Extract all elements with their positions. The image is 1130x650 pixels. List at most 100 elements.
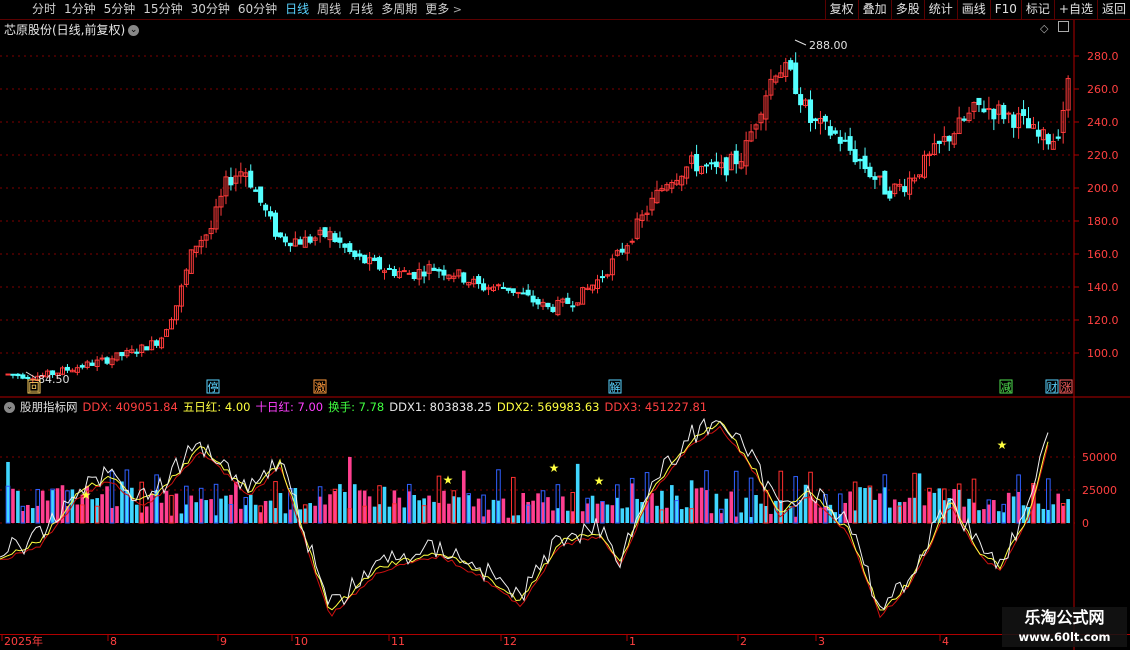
watermark-title: 乐淘公式网 — [1024, 608, 1105, 627]
ddx-bar — [848, 491, 852, 523]
mark-button[interactable]: 标记 — [1020, 0, 1054, 19]
ddx-bar — [615, 497, 620, 523]
back-button[interactable]: 返回 — [1096, 0, 1130, 19]
candle-body — [1001, 105, 1007, 120]
tab-5min[interactable]: 5分钟 — [100, 0, 140, 19]
ddx-bar — [922, 505, 927, 523]
ddx-bar — [159, 502, 164, 523]
candle-body — [307, 236, 313, 243]
ddx-bar — [174, 493, 179, 523]
chevron-down-icon[interactable]: ⌄ — [4, 401, 15, 413]
ddx-bar — [273, 508, 278, 523]
stock-title: 芯原股份(日线,前复权) — [4, 23, 126, 37]
candle-body — [733, 150, 739, 165]
ddx-bar — [818, 507, 823, 523]
ddx-bar — [16, 490, 20, 523]
chevron-down-icon[interactable]: ⌄ — [128, 25, 140, 36]
candle-body — [505, 287, 511, 291]
candle-body — [570, 305, 576, 308]
f10-button[interactable]: F10 — [989, 0, 1021, 19]
candle-body — [99, 357, 105, 360]
grid-lines — [0, 55, 1075, 524]
candle-body — [1021, 109, 1027, 116]
candle-body — [852, 149, 858, 163]
ddx-bar — [40, 490, 45, 523]
time-tick-label: 3 — [818, 635, 825, 648]
tab-60min[interactable]: 60分钟 — [234, 0, 281, 19]
ddx-bar — [149, 493, 154, 523]
candle-body — [287, 242, 293, 247]
candle-body — [872, 176, 878, 180]
time-tick-label: 12 — [503, 635, 517, 648]
statistics-button[interactable]: 统计 — [923, 0, 957, 19]
ddx-bar — [278, 493, 283, 523]
tab-more-label: 更多 — [425, 2, 450, 16]
fuquan-button[interactable]: 复权 — [824, 0, 858, 19]
ddx-bar — [749, 517, 753, 523]
ddx-bar — [1036, 503, 1041, 523]
candle-body — [599, 276, 605, 279]
draw-line-button[interactable]: 画线 — [956, 0, 990, 19]
ddx-bar — [6, 461, 10, 523]
candle-body — [704, 164, 710, 167]
ddx-bar — [660, 490, 664, 523]
ddx-outline-bar — [733, 470, 739, 524]
kline-title-bar[interactable]: 芯原股份(日线,前复权) ⌄ — [4, 21, 140, 37]
add-watchlist-button[interactable]: +自选 — [1053, 0, 1097, 19]
candle-body — [431, 267, 437, 271]
ddx-bar — [793, 516, 798, 523]
tab-15min[interactable]: 15分钟 — [139, 0, 186, 19]
candle-body — [812, 118, 818, 122]
ddx-bar — [665, 507, 669, 523]
tab-30min[interactable]: 30分钟 — [187, 0, 234, 19]
ddx-bar — [179, 513, 184, 523]
tab-1min[interactable]: 1分钟 — [60, 0, 100, 19]
tab-daily[interactable]: 日线 — [281, 0, 313, 19]
ddx-bar — [699, 487, 704, 523]
price-tick-label: 100.0 — [1087, 347, 1119, 360]
panel-toggle-icon[interactable] — [1057, 21, 1069, 32]
ddx-bar — [11, 488, 15, 523]
low-price-label: 84.50 — [38, 373, 70, 386]
candle-body — [694, 153, 700, 172]
ddx-bar — [313, 505, 317, 523]
overlay-button[interactable]: 叠加 — [857, 0, 891, 19]
indicator-title-bar: ⌄ 股朋指标网 DDX: 409051.84 五日红: 4.00 十日红: 7.… — [4, 399, 707, 415]
ddx-bar — [1066, 499, 1070, 523]
ddx-bar — [546, 497, 550, 523]
signal-star-icon: ★ — [549, 461, 560, 475]
tab-fenshi[interactable]: 分时 — [28, 0, 60, 19]
ddx-bar — [253, 504, 258, 523]
ddx-bar — [491, 499, 496, 523]
ddx-bar — [808, 496, 813, 523]
candle-body — [842, 139, 848, 142]
diamond-icon[interactable]: ◇ — [1040, 22, 1048, 35]
ddx-bar — [189, 495, 194, 523]
ddx-bar — [387, 506, 392, 523]
ddx-bar — [21, 511, 25, 523]
high-price-label: 288.00 — [809, 39, 848, 52]
ddx-bar — [204, 500, 208, 523]
ddx-bar — [521, 492, 526, 523]
candle-body — [362, 254, 368, 264]
indicator-value-ddx2: DDX2: 569983.63 — [496, 400, 600, 414]
ddx-bar — [333, 491, 337, 523]
tab-monthly[interactable]: 月线 — [345, 0, 377, 19]
ddx-bar — [343, 491, 347, 523]
chart-canvas[interactable]: ★ ★ ★ ★ ★ 280.0 260.0 240.0 220.0 200.0 180.0 160.… — [0, 20, 1130, 650]
candle-body — [406, 272, 412, 275]
ddx-bar — [323, 504, 327, 523]
candle-body — [263, 204, 269, 211]
ddx-bar — [570, 511, 575, 523]
multi-stock-button[interactable]: 多股 — [890, 0, 924, 19]
ddx-bar — [501, 498, 506, 523]
tab-weekly[interactable]: 周线 — [313, 0, 345, 19]
candle-body — [25, 376, 31, 379]
price-tick-label: 280.0 — [1087, 50, 1119, 63]
tab-multi-period[interactable]: 多周期 — [377, 0, 421, 19]
ddx-bar — [1021, 505, 1026, 523]
ddx-bar — [26, 504, 30, 523]
tab-more[interactable]: 更多 > — [421, 0, 466, 19]
candle-body — [946, 135, 952, 142]
indicator-name[interactable]: 股朋指标网 — [20, 399, 78, 415]
